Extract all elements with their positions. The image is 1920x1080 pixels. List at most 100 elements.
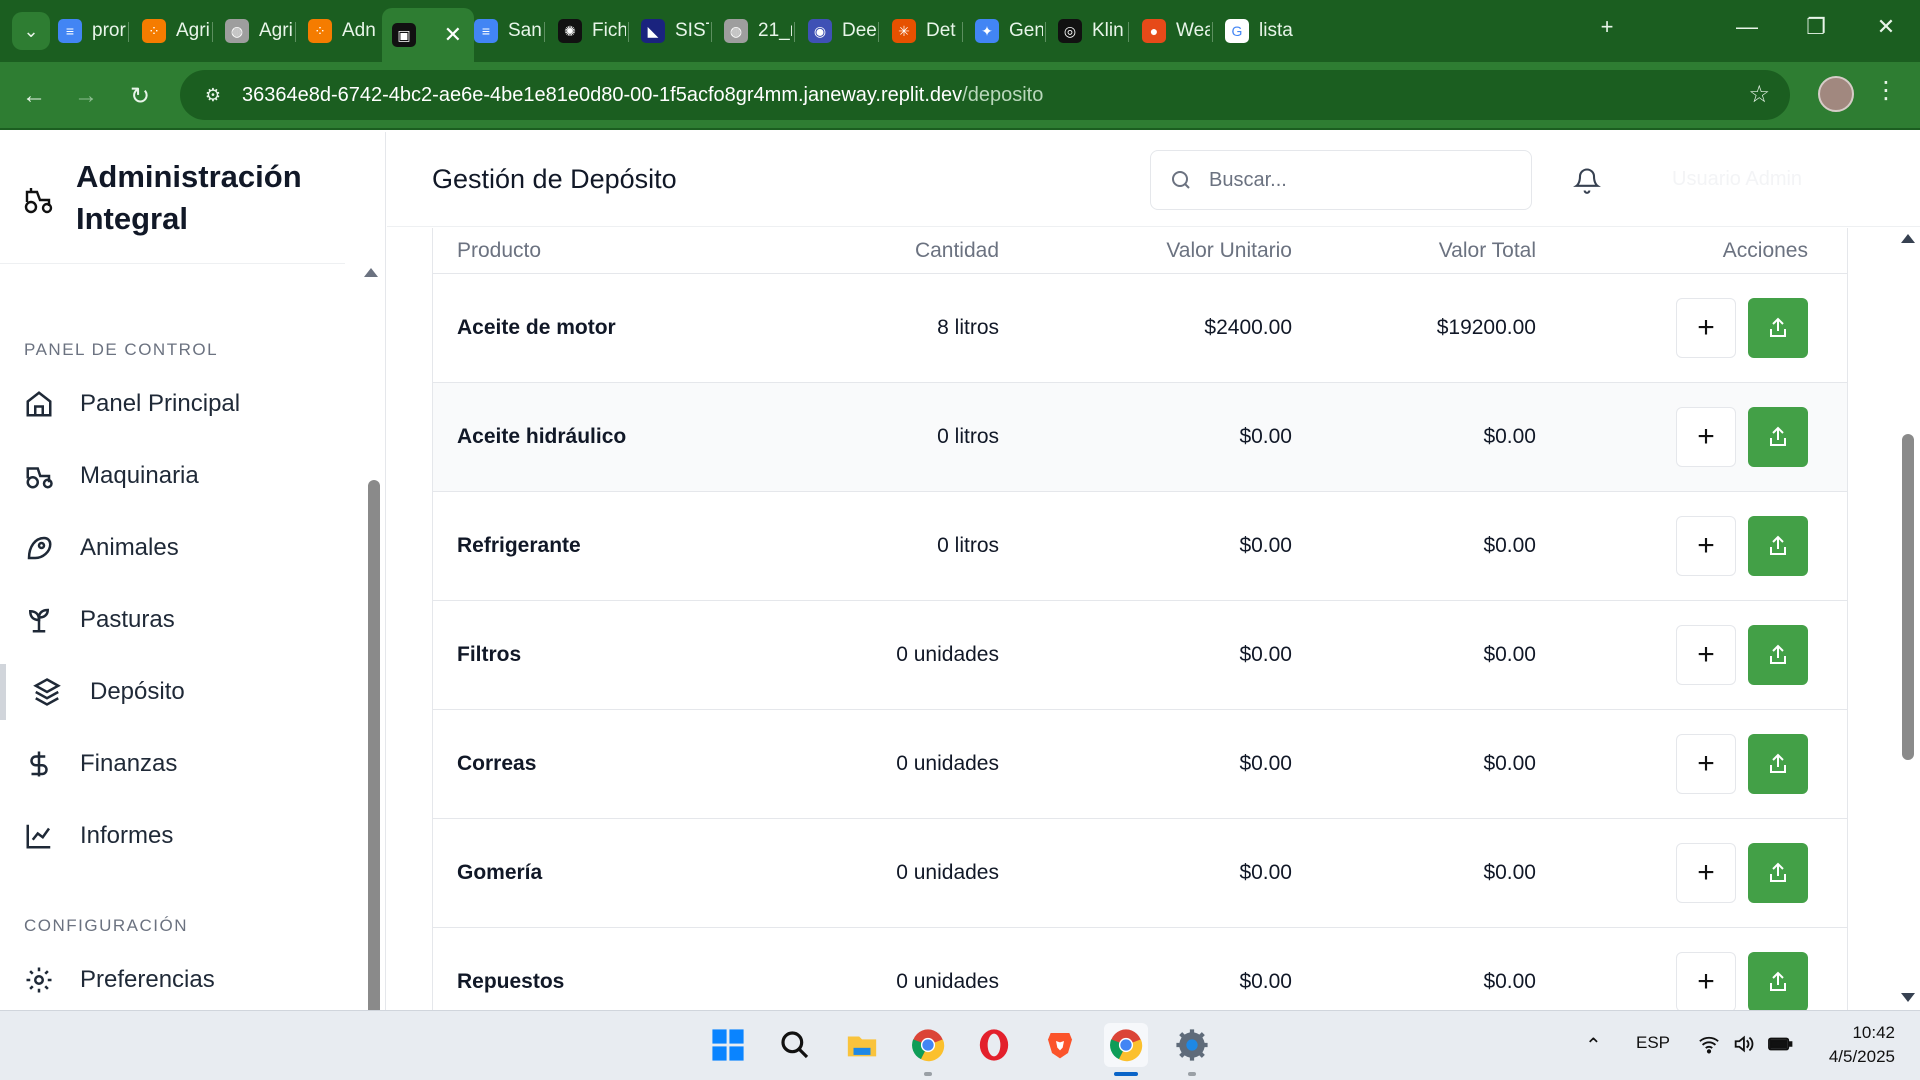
tab-label: Dee (842, 20, 876, 41)
tractor-icon (26, 467, 53, 489)
restore-icon[interactable]: ❐ (1796, 14, 1836, 40)
brave-taskbar-icon[interactable] (1038, 1023, 1082, 1067)
chrome-logo-icon (912, 1029, 945, 1062)
sidebar-item-panel-principal[interactable]: Panel Principal (0, 376, 368, 432)
tab-search-button[interactable]: ⌄ (12, 12, 50, 50)
file-explorer-icon[interactable] (840, 1023, 884, 1067)
chart-icon (26, 824, 51, 849)
site-settings-icon[interactable]: ⚙ (200, 82, 226, 108)
language-indicator[interactable]: ESP (1636, 1033, 1670, 1053)
tab-favicon-icon: ✦ (975, 19, 999, 43)
main-scroll-up-icon[interactable] (1901, 234, 1915, 243)
sidebar-item-pasturas[interactable]: Pasturas (0, 592, 368, 648)
profile-avatar[interactable] (1818, 76, 1854, 112)
add-stock-button[interactable]: + (1676, 407, 1736, 467)
browser-tab[interactable]: Glista (1215, 10, 1293, 52)
main-scroll-down-icon[interactable] (1901, 993, 1915, 1002)
sidebar-item-informes[interactable]: Informes (0, 808, 368, 864)
browser-tab[interactable]: ◣ SIST (631, 10, 709, 52)
search-input[interactable] (1209, 168, 1509, 192)
browser-tab[interactable]: ≡ San (464, 10, 542, 52)
sidebar-item-preferencias[interactable]: Preferencias (0, 952, 368, 1008)
volume-icon[interactable] (1730, 1033, 1756, 1060)
back-icon[interactable]: ← (16, 78, 52, 114)
cell-actions: + (1536, 843, 1831, 903)
export-stock-button[interactable] (1748, 625, 1808, 685)
tab-label: Klin (1092, 20, 1124, 41)
browser-menu-icon[interactable]: ⋮ (1874, 76, 1898, 105)
browser-tab[interactable]: ⁘ Adn (298, 10, 376, 52)
sidebar-item-animales[interactable]: Animales (0, 520, 368, 576)
upload-icon (1770, 753, 1786, 773)
wifi-icon[interactable] (1696, 1033, 1722, 1061)
taskbar-search-icon[interactable] (773, 1023, 817, 1067)
tab-favicon-icon: ▣ (392, 23, 416, 47)
add-stock-button[interactable]: + (1676, 843, 1736, 903)
browser-toolbar: ← → ↻ ⚙ 36364e8d-6742-4bc2-ae6e-4be1e81e… (0, 62, 1920, 130)
add-stock-button[interactable]: + (1676, 516, 1736, 576)
bell-icon[interactable] (1573, 166, 1601, 194)
add-stock-button[interactable]: + (1676, 952, 1736, 1010)
cell-product: Correas (457, 752, 537, 775)
opera-taskbar-icon[interactable] (972, 1023, 1016, 1067)
browser-tab[interactable]: ✺ Fich (548, 10, 626, 52)
upload-icon (1770, 862, 1786, 882)
forward-icon[interactable]: → (68, 78, 104, 114)
export-stock-button[interactable] (1748, 516, 1808, 576)
tab-label: Agri (259, 20, 293, 41)
reload-icon[interactable]: ↻ (122, 78, 158, 114)
add-stock-button[interactable]: + (1676, 625, 1736, 685)
sidebar-item-deposito[interactable]: Depósito (0, 664, 368, 720)
user-menu[interactable]: Usuario Admin (1672, 168, 1802, 191)
tab-favicon-icon: ≡ (58, 19, 82, 43)
battery-icon[interactable] (1766, 1033, 1794, 1060)
export-stock-button[interactable] (1748, 734, 1808, 794)
brand-title: Administración Integral (76, 159, 302, 236)
table-row: Repuestos 0 unidades $0.00 $0.00 + (433, 928, 1847, 1010)
browser-tab[interactable]: ◍ 21_r (714, 10, 792, 52)
browser-tab[interactable]: ◎ Klin (1048, 10, 1126, 52)
main-scrollbar-thumb[interactable] (1902, 434, 1914, 760)
tab-separator (544, 22, 545, 42)
new-tab-button[interactable]: + (1587, 14, 1627, 40)
search-box[interactable] (1150, 150, 1532, 210)
browser-tab[interactable]: ◍ Agri (215, 10, 293, 52)
sidebar-scrollbar-thumb[interactable] (368, 480, 380, 1010)
address-bar[interactable]: ⚙ 36364e8d-6742-4bc2-ae6e-4be1e81e0d80-0… (180, 70, 1790, 120)
tab-separator (794, 22, 795, 42)
sidebar-item-finanzas[interactable]: Finanzas (0, 736, 368, 792)
cell-unit-value: $0.00 (1239, 752, 1292, 775)
cell-quantity: 0 unidades (896, 970, 999, 993)
settings-taskbar-icon[interactable] (1170, 1023, 1214, 1067)
tab-label: 21_r (758, 20, 792, 41)
tray-overflow-icon[interactable]: ⌃ (1585, 1033, 1602, 1058)
tab-favicon-icon: ◍ (724, 19, 748, 43)
system-clock[interactable]: 10:42 4/5/2025 (1815, 1021, 1895, 1069)
add-stock-button[interactable]: + (1676, 298, 1736, 358)
export-stock-button[interactable] (1748, 843, 1808, 903)
chrome-active-taskbar-icon[interactable] (1104, 1023, 1148, 1067)
export-stock-button[interactable] (1748, 407, 1808, 467)
cell-product: Filtros (457, 643, 522, 666)
sidebar-item-maquinaria[interactable]: Maquinaria (0, 448, 368, 504)
tab-label: Fich (592, 20, 626, 41)
table-row: Filtros 0 unidades $0.00 $0.00 + (433, 601, 1847, 710)
start-icon[interactable] (706, 1023, 750, 1067)
export-stock-button[interactable] (1748, 952, 1808, 1010)
browser-tab[interactable]: ≡ pror (48, 10, 126, 52)
tab-active[interactable]: ▣ ✕ (382, 8, 474, 62)
export-stock-button[interactable] (1748, 298, 1808, 358)
sidebar-scroll-up-icon[interactable] (364, 268, 378, 277)
tab-close-icon[interactable]: ✕ (444, 22, 462, 48)
chrome-taskbar-icon[interactable] (906, 1023, 950, 1067)
window-close-icon[interactable]: ✕ (1866, 14, 1906, 40)
browser-tab[interactable]: ● Wea (1132, 10, 1210, 52)
add-stock-button[interactable]: + (1676, 734, 1736, 794)
browser-tab[interactable]: ✦ Gen (965, 10, 1043, 52)
minimize-icon[interactable]: — (1727, 14, 1767, 40)
browser-tab[interactable]: ⁘ Agri (132, 10, 210, 52)
sidebar-item-label: Preferencias (80, 966, 215, 993)
browser-tab[interactable]: ✳ Det (882, 10, 960, 52)
browser-tab[interactable]: ◉ Dee (798, 10, 876, 52)
bookmark-star-icon[interactable]: ☆ (1748, 80, 1770, 109)
